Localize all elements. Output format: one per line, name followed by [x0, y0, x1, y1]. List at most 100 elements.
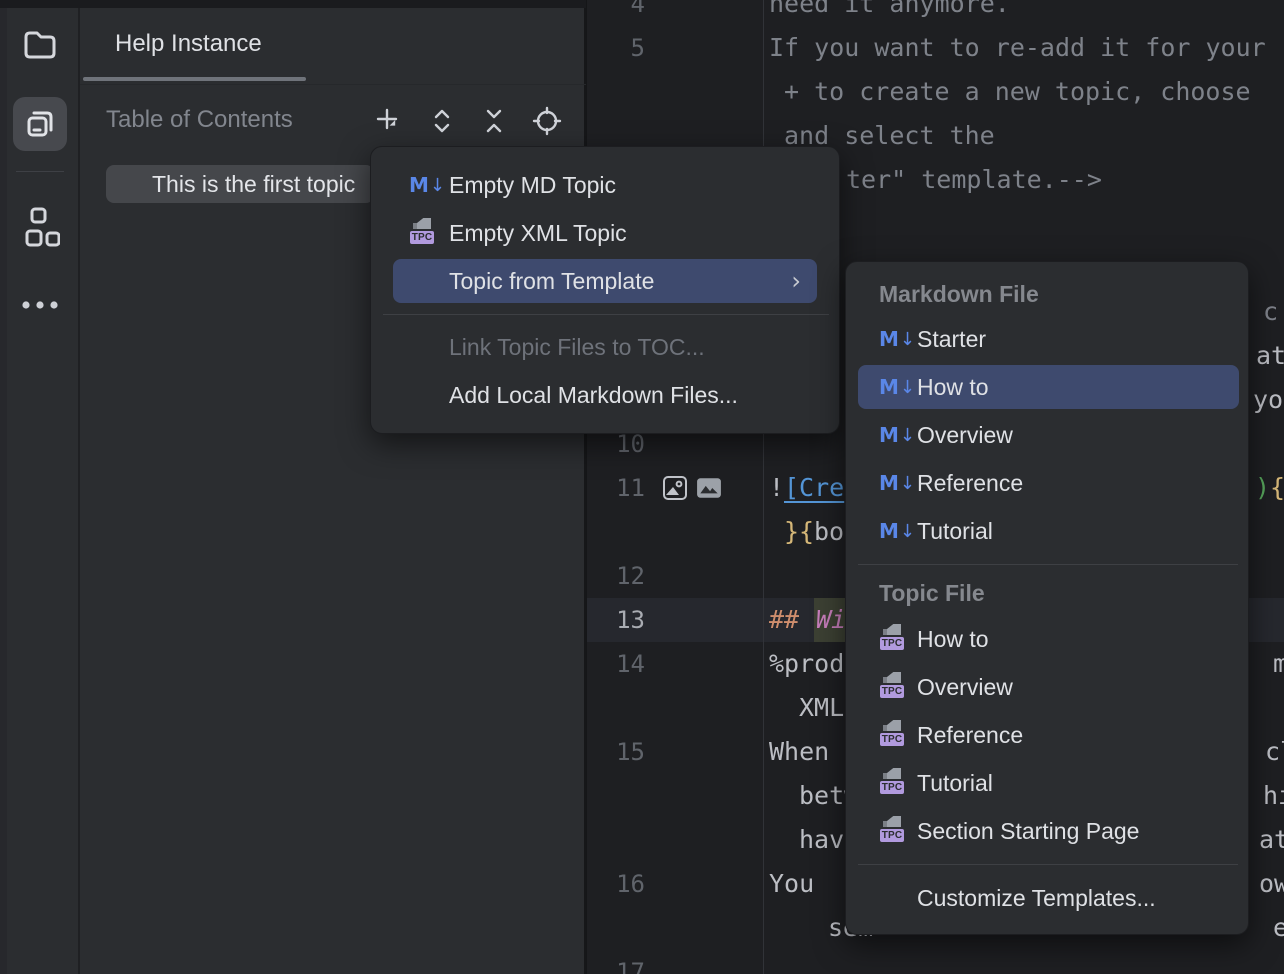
code-fragment: }{	[784, 510, 814, 554]
menu-separator	[858, 564, 1238, 565]
submenu-item-topic-file-tutorial[interactable]: TPC Tutorial	[858, 761, 1239, 805]
line-number: 15	[587, 730, 645, 774]
markdown-icon: M↓	[879, 324, 909, 354]
menu-separator	[858, 864, 1238, 865]
code-fragment: cl	[1265, 730, 1284, 774]
submenu-section-header-topic-file: Topic File	[879, 575, 985, 611]
submenu-item-customize-templates[interactable]: Customize Templates...	[858, 876, 1239, 920]
folder-icon	[21, 26, 59, 64]
line-number: 16	[587, 862, 645, 906]
menu-item-label: Link Topic Files to TOC...	[449, 325, 705, 369]
submenu-item-topic-file-reference[interactable]: TPCReference	[858, 713, 1239, 757]
submenu-item-label: How to	[917, 617, 989, 661]
code-fragment: When	[769, 730, 829, 774]
markdown-icon: M↓	[879, 516, 909, 546]
submenu-item-label: Section Starting Page	[917, 809, 1139, 853]
chevron-right-icon: ›	[791, 259, 801, 303]
submenu-item-markdown-file-starter[interactable]: M↓ Starter	[858, 317, 1239, 361]
topic-file-icon: TPC	[879, 768, 909, 798]
project-tool-button[interactable]	[13, 18, 67, 72]
ide-window: Help Instance Table of Contents	[0, 0, 1284, 974]
submenu-item-topic-file-overview[interactable]: TPC Overview	[858, 665, 1239, 709]
more-icon	[20, 299, 60, 311]
writerside-instances-tool-button[interactable]	[13, 97, 67, 151]
menu-separator	[383, 314, 829, 315]
add-icon[interactable]	[374, 106, 404, 136]
expand-all-icon[interactable]	[427, 106, 457, 136]
submenu-item-label: Tutorial	[917, 509, 993, 553]
tree-item-label: This is the first topic	[152, 171, 355, 198]
submenu-item-label: Customize Templates...	[917, 876, 1156, 920]
line-number: 14	[587, 642, 645, 686]
menu-item-empty-xml-topic[interactable]: TPC Empty XML Topic	[393, 211, 817, 255]
code-fragment: Wi	[814, 598, 848, 642]
submenu-item-label: Reference	[917, 713, 1023, 757]
instances-icon	[22, 106, 58, 142]
panel-divider	[80, 84, 586, 85]
code-fragment: m	[1273, 642, 1284, 686]
submenu-item-label: Reference	[917, 461, 1023, 505]
window-edge	[0, 0, 7, 974]
code-fragment: + to create a new topic, choose	[784, 70, 1251, 114]
code-fragment: !	[769, 466, 784, 510]
code-fragment: [Cre	[784, 466, 844, 510]
tab-underline	[83, 77, 306, 81]
line-number: 4	[587, 0, 645, 26]
line-number: 11	[587, 466, 645, 510]
code-fragment: ter" template.-->	[846, 158, 1102, 202]
submenu-item-topic-file-section-starting-page[interactable]: TPC Section Starting Page	[858, 809, 1239, 853]
submenu-item-label: Tutorial	[917, 761, 993, 805]
code-fragment: )	[1255, 466, 1270, 510]
menu-item-label: Empty XML Topic	[449, 211, 627, 255]
submenu-item-label: Starter	[917, 317, 986, 361]
sidebar-divider	[16, 171, 64, 172]
submenu-item-markdown-file-tutorial[interactable]: M↓ Tutorial	[858, 509, 1239, 553]
submenu-section-header-markdown-file: Markdown File	[879, 276, 1039, 312]
window-top-edge	[0, 0, 586, 8]
topic-file-icon: TPC	[409, 218, 439, 248]
submenu-item-markdown-file-how-to[interactable]: M↓How to	[858, 365, 1239, 409]
tool-window-tab-help-instance[interactable]: Help Instance	[115, 30, 262, 58]
submenu-item-markdown-file-overview[interactable]: M↓Overview	[858, 413, 1239, 457]
templates-submenu: Markdown FileM↓StarterM↓How toM↓Overview…	[845, 261, 1249, 935]
context-menu: M↓Empty MD Topic TPC Empty XML TopicTopic …	[370, 146, 840, 434]
code-fragment: {	[1270, 466, 1284, 510]
panel-title: Table of Contents	[106, 106, 293, 134]
menu-item-link-topic-files-to-toc[interactable]: Link Topic Files to TOC...	[393, 325, 817, 369]
code-fragment: need it anymore.	[769, 0, 1010, 26]
code-fragment: %prod	[769, 642, 844, 686]
toc-tree-item-first-topic[interactable]: This is the first topic	[106, 165, 374, 203]
topic-file-icon: TPC	[879, 624, 909, 654]
structure-icon	[20, 206, 60, 252]
code-fragment: ow	[1259, 862, 1284, 906]
menu-item-label: Topic from Template	[449, 259, 654, 303]
submenu-item-label: How to	[917, 365, 989, 409]
tool-window-sidebar	[0, 0, 80, 974]
locate-icon[interactable]	[532, 106, 562, 136]
code-fragment: yo	[1253, 378, 1283, 422]
markdown-icon: M↓	[879, 468, 909, 498]
more-tool-windows-button[interactable]	[13, 278, 67, 332]
line-number: 13	[587, 598, 645, 642]
markdown-icon: M↓	[409, 170, 439, 200]
line-number: 17	[587, 950, 645, 974]
submenu-item-label: Overview	[917, 665, 1013, 709]
submenu-item-label: Overview	[917, 413, 1013, 457]
structure-tool-button[interactable]	[13, 202, 67, 256]
menu-item-topic-from-template[interactable]: Topic from Template ›	[393, 259, 817, 303]
image-filled-icon[interactable]	[696, 475, 722, 501]
menu-item-add-local-markdown-files[interactable]: Add Local Markdown Files...	[393, 373, 817, 417]
collapse-all-icon[interactable]	[479, 106, 509, 136]
line-number: 5	[587, 26, 645, 70]
code-fragment: ##	[769, 598, 799, 642]
code-fragment: hi	[1263, 774, 1284, 818]
topic-file-icon: TPC	[879, 816, 909, 846]
image-outline-icon[interactable]	[662, 475, 688, 501]
code-fragment: You	[769, 862, 814, 906]
submenu-item-markdown-file-reference[interactable]: M↓ Reference	[858, 461, 1239, 505]
code-fragment: at	[1256, 334, 1284, 378]
code-fragment: c	[1263, 290, 1278, 334]
submenu-item-topic-file-how-to[interactable]: TPC How to	[858, 617, 1239, 661]
topic-file-icon: TPC	[879, 672, 909, 702]
menu-item-empty-md-topic[interactable]: M↓Empty MD Topic	[393, 163, 817, 207]
